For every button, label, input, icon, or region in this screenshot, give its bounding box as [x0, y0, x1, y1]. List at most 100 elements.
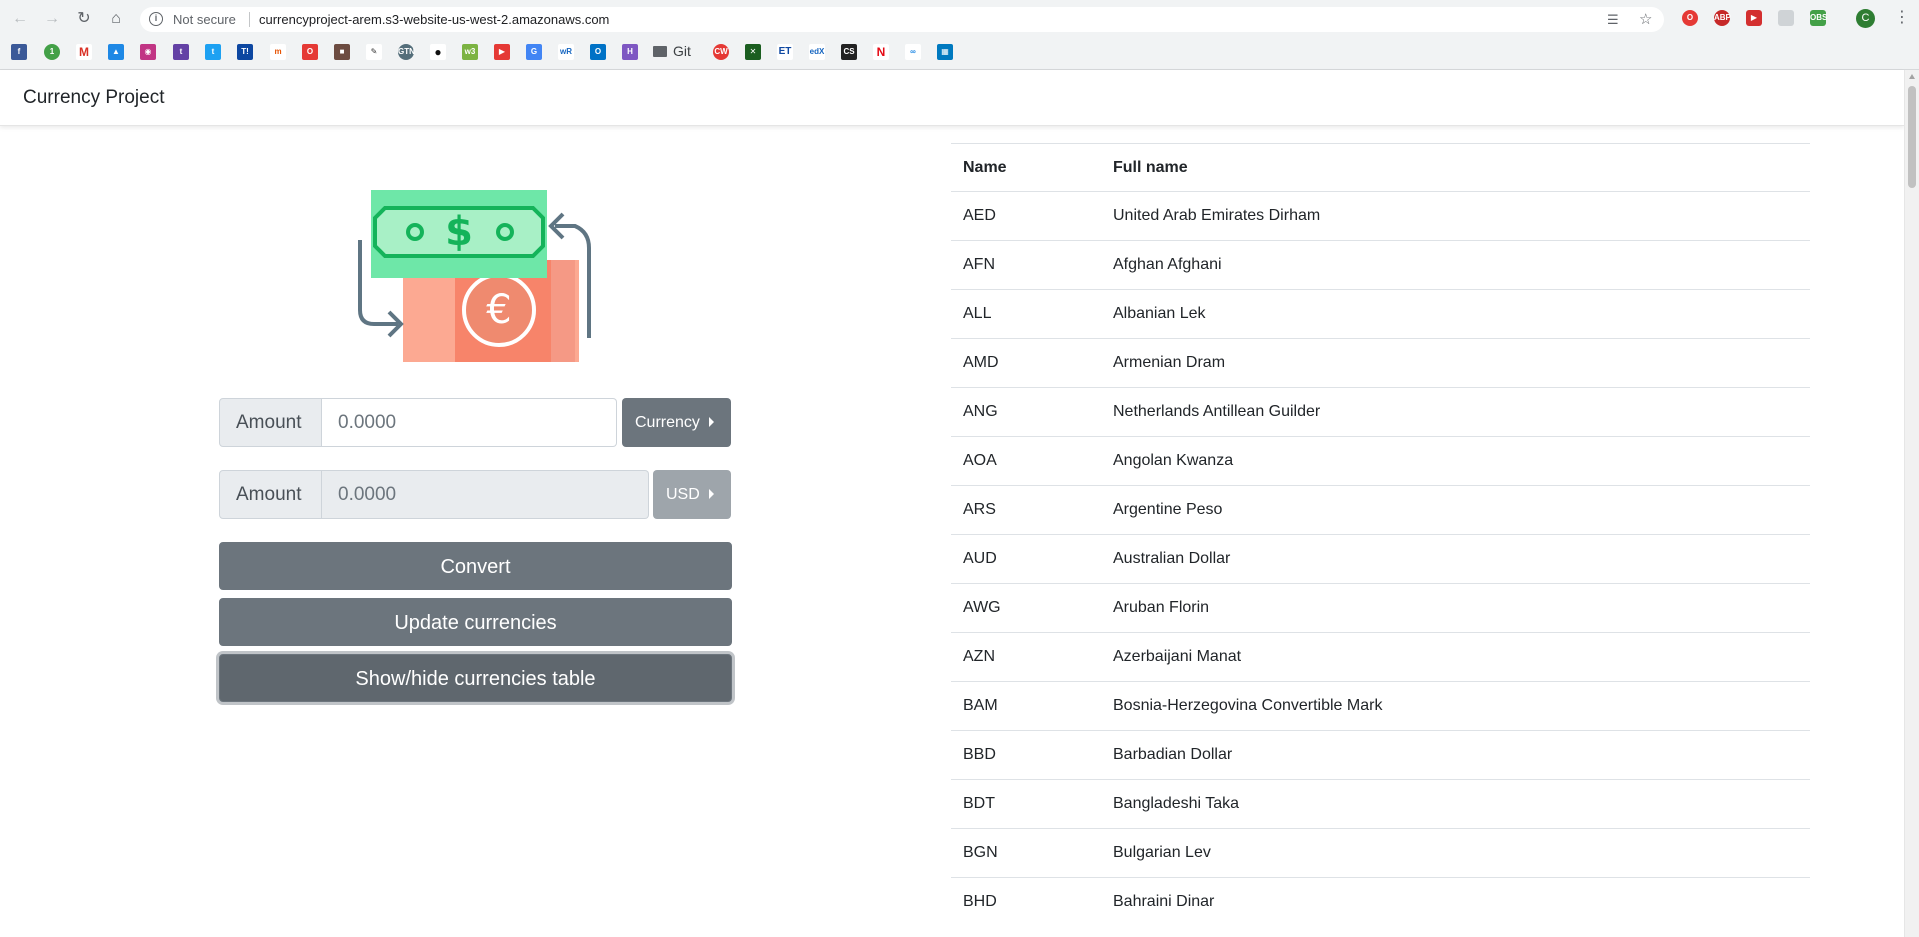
- home-icon[interactable]: ⌂: [106, 9, 126, 29]
- currency-code: ARS: [951, 485, 1101, 535]
- currency-full-name: Bangladeshi Taka: [1101, 779, 1810, 829]
- obs-extension-icon[interactable]: OBS: [1810, 10, 1827, 26]
- facebook-bookmark-icon[interactable]: f: [11, 44, 27, 60]
- svg-text:$: $: [445, 209, 473, 255]
- cube-extension-icon[interactable]: [1778, 10, 1794, 26]
- currency-full-name: United Arab Emirates Dirham: [1101, 191, 1810, 241]
- translate-icon[interactable]: ☰: [1607, 12, 1619, 28]
- outlook-bookmark-icon[interactable]: O: [590, 44, 606, 60]
- wr-bookmark-icon[interactable]: wR: [558, 44, 574, 60]
- currency-code: AFN: [951, 240, 1101, 290]
- currency-full-name: Bulgarian Lev: [1101, 828, 1810, 878]
- page-bookmark-icon[interactable]: ✎: [366, 44, 382, 60]
- w3-bookmark-icon[interactable]: w3: [462, 44, 478, 60]
- youtube-bookmark-icon[interactable]: ▶: [494, 44, 510, 60]
- currency-code: ALL: [951, 289, 1101, 339]
- currency-full-name: Barbadian Dollar: [1101, 730, 1810, 780]
- bookmark-star-icon[interactable]: ☆: [1639, 10, 1652, 28]
- scroll-up-arrow-icon[interactable]: [1909, 74, 1915, 79]
- git-bookmark-folder[interactable]: Git: [653, 43, 691, 61]
- edx-bookmark-icon[interactable]: edX: [809, 44, 825, 60]
- twitch-bookmark-icon[interactable]: t: [173, 44, 189, 60]
- table-row: ANG Netherlands Antillean Guilder: [951, 387, 1810, 437]
- netflix-bookmark-icon[interactable]: N: [873, 44, 889, 60]
- back-arrow-icon[interactable]: ←: [10, 9, 30, 29]
- github-bookmark-icon[interactable]: ●: [430, 44, 446, 60]
- h-bookmark-icon[interactable]: H: [622, 44, 638, 60]
- forward-arrow-icon[interactable]: →: [42, 9, 62, 29]
- profile-avatar[interactable]: C: [1856, 9, 1875, 28]
- currencies-table: Name Full name AED United Arab Emirates D…: [951, 143, 1810, 927]
- translate-bookmark-icon[interactable]: G: [526, 44, 542, 60]
- x-bookmark-icon[interactable]: ✕: [745, 44, 761, 60]
- t-bookmark-icon[interactable]: T!: [237, 44, 253, 60]
- currency-code: BAM: [951, 681, 1101, 731]
- from-currency-dropdown[interactable]: Currency: [622, 398, 731, 447]
- currency-code: ANG: [951, 387, 1101, 437]
- office-bookmark-icon[interactable]: O: [302, 44, 318, 60]
- navbar: Currency Project: [0, 70, 1904, 126]
- gmail-bookmark-icon[interactable]: M: [76, 44, 92, 60]
- currency-full-name: Angolan Kwanza: [1101, 436, 1810, 486]
- info-icon[interactable]: i: [149, 12, 163, 26]
- security-label: Not secure: [173, 12, 236, 27]
- dollar-note-icon: $: [371, 190, 547, 278]
- drive-bookmark-icon[interactable]: ▲: [108, 44, 124, 60]
- currency-code: AMD: [951, 338, 1101, 388]
- currency-full-name: Bahraini Dinar: [1101, 877, 1810, 927]
- brand-title[interactable]: Currency Project: [23, 87, 165, 109]
- table-row: BBD Barbadian Dollar: [951, 730, 1810, 780]
- table-row: ALL Albanian Lek: [951, 289, 1810, 339]
- convert-button[interactable]: Convert: [219, 542, 732, 590]
- page: Currency Project € $ Amount 0.0000 Curre…: [0, 70, 1919, 937]
- table-row: AUD Australian Dollar: [951, 534, 1810, 584]
- folder-icon: [653, 46, 667, 57]
- update-currencies-button[interactable]: Update currencies: [219, 598, 732, 646]
- currency-full-name: Azerbaijani Manat: [1101, 632, 1810, 682]
- scrollbar-thumb[interactable]: [1908, 86, 1916, 188]
- currency-full-name: Albanian Lek: [1101, 289, 1810, 339]
- page-scrollbar[interactable]: [1904, 70, 1919, 937]
- from-amount-input[interactable]: 0.0000: [322, 398, 617, 447]
- svg-text:€: €: [486, 287, 511, 333]
- url-text[interactable]: currencyproject-arem.s3-website-us-west-…: [259, 12, 609, 27]
- table-row: BDT Bangladeshi Taka: [951, 779, 1810, 829]
- from-currency-label: Currency: [635, 414, 700, 431]
- cs-bookmark-icon[interactable]: CS: [841, 44, 857, 60]
- m-bookmark-icon[interactable]: m: [270, 44, 286, 60]
- to-currency-label: USD: [666, 486, 700, 503]
- currency-full-name: Armenian Dram: [1101, 338, 1810, 388]
- currency-code: AUD: [951, 534, 1101, 584]
- table-row: AZN Azerbaijani Manat: [951, 632, 1810, 682]
- from-amount-label: Amount: [219, 398, 322, 447]
- image-bookmark-icon[interactable]: ■: [334, 44, 350, 60]
- media-extension-icon[interactable]: ▶: [1746, 10, 1762, 26]
- git-folder-label: Git: [673, 43, 691, 59]
- currency-full-name: Afghan Afghani: [1101, 240, 1810, 290]
- browser-menu-icon[interactable]: ⋮: [1894, 8, 1910, 28]
- to-currency-dropdown[interactable]: USD: [653, 470, 731, 519]
- toggle-table-button[interactable]: Show/hide currencies table: [219, 654, 732, 702]
- twitter-bookmark-icon[interactable]: t: [205, 44, 221, 60]
- link-bookmark-icon[interactable]: ∞: [905, 44, 921, 60]
- caret-right-icon: [708, 417, 714, 427]
- address-bar[interactable]: i Not secure currencyproject-arem.s3-web…: [140, 7, 1664, 32]
- reload-icon[interactable]: ↻: [74, 9, 94, 29]
- table-row: BAM Bosnia-Herzegovina Convertible Mark: [951, 681, 1810, 731]
- column-header-name: Name: [951, 143, 1101, 192]
- currency-full-name: Argentine Peso: [1101, 485, 1810, 535]
- circle-bookmark-icon[interactable]: GTN: [398, 44, 415, 60]
- currency-exchange-illustration: € $: [358, 190, 591, 362]
- currency-full-name: Aruban Florin: [1101, 583, 1810, 633]
- opera-extension-icon[interactable]: O: [1682, 10, 1698, 26]
- omnibox-divider: [249, 12, 250, 27]
- caret-right-icon: [708, 489, 714, 499]
- instagram-bookmark-icon[interactable]: ◉: [140, 44, 156, 60]
- cw-bookmark-icon[interactable]: CW: [713, 44, 729, 60]
- adblock-extension-icon[interactable]: ABP: [1714, 10, 1731, 26]
- trello-bookmark-icon[interactable]: ▦: [937, 44, 953, 60]
- green-bookmark-icon[interactable]: 1: [44, 44, 60, 60]
- currency-code: BBD: [951, 730, 1101, 780]
- table-header-row: Name Full name: [951, 143, 1810, 192]
- et-bookmark-icon[interactable]: ET: [777, 44, 793, 60]
